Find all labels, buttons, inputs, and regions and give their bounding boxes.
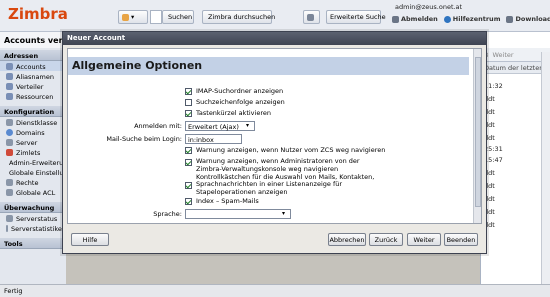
logout-icon (392, 15, 399, 23)
resource-icon (6, 93, 13, 100)
stats-icon (6, 225, 9, 232)
warn-admin-navigate-checkbox[interactable] (185, 159, 192, 166)
help-icon (443, 15, 451, 23)
search-button[interactable]: Suchen (162, 10, 194, 24)
zimlet-icon (6, 149, 13, 156)
nav-item-admin-extensions[interactable]: Admin-Erweiterungen (0, 157, 66, 167)
server-icon (6, 139, 13, 146)
account-list-panel: B Weiter Datum der letzten Anmeldung 11:… (480, 32, 550, 285)
section-header-configuration[interactable]: Konfiguration (0, 106, 66, 117)
chevron-down-icon: ▾ (131, 13, 135, 21)
panel-title: Accounts verwalten (0, 32, 66, 48)
top-links: Abmelden Hilfezentrum Downloads (392, 15, 550, 23)
dialog-title[interactable]: Neuer Account (63, 32, 486, 45)
account-icon (6, 63, 13, 70)
help-button[interactable]: Hilfe (71, 233, 109, 246)
logout-link[interactable]: Abmelden (392, 15, 438, 23)
nav-item-resources[interactable]: Ressourcen (0, 91, 66, 101)
section-header-monitoring[interactable]: Überwachung (0, 202, 66, 213)
cancel-button[interactable]: Abbrechen (328, 233, 366, 246)
next-page-button[interactable]: Weiter (492, 51, 513, 61)
nav-tree: Adressen Accounts Aliasnamen Verteiler R… (0, 50, 66, 249)
nav-item-accounts[interactable]: Accounts (0, 61, 66, 71)
next-button[interactable]: Weiter (407, 233, 441, 246)
status-icon (6, 215, 13, 222)
option-label: Tastenkürzel aktivieren (196, 109, 271, 117)
status-text: Fertig (4, 287, 23, 295)
download-icon (506, 15, 514, 23)
language-label: Sprache: (153, 210, 182, 218)
search-on-login-input[interactable]: in:inbox (185, 134, 242, 144)
warn-user-navigate-checkbox[interactable] (185, 147, 192, 154)
cos-icon (6, 119, 13, 126)
list-scrollbar[interactable] (541, 52, 550, 284)
navigation-panel: Accounts verwalten Adressen Accounts Ali… (0, 32, 66, 285)
index-spam-checkbox[interactable] (185, 198, 192, 205)
finish-button[interactable]: Beenden (444, 233, 478, 246)
voicemail-batch-checkbox[interactable] (185, 182, 192, 189)
new-account-dialog: Neuer Account Allgemeine Optionen IMAP-S… (62, 31, 487, 254)
dialog-scrollbar[interactable] (473, 49, 481, 223)
section-header-tools[interactable]: Tools (0, 238, 66, 249)
top-toolbar: Zimbra ▾ Suchen Zimbra durchsuchen Erwei… (0, 0, 550, 32)
login-label: Anmelden mit: (134, 122, 182, 130)
option-label: Warnung anzeigen, wenn Nutzer vom ZCS we… (196, 146, 386, 154)
nav-item-cos[interactable]: Dienstklasse (0, 117, 66, 127)
nav-item-rights[interactable]: Rechte (0, 177, 66, 187)
save-search-button[interactable] (303, 10, 320, 24)
section-title: Allgemeine Optionen (68, 57, 469, 75)
advanced-search-button[interactable]: Erweiterte Suche (326, 10, 386, 24)
rights-icon (6, 179, 13, 186)
nav-item-servers[interactable]: Server (0, 137, 66, 147)
nav-item-lists[interactable]: Verteiler (0, 81, 66, 91)
back-button[interactable]: Zurück (369, 233, 403, 246)
imap-search-folders-checkbox[interactable] (185, 88, 192, 95)
acl-icon (6, 189, 13, 196)
login-client-select[interactable]: Erweitert (Ajax) ▾ (185, 121, 255, 131)
list-toolbar: B Weiter (481, 48, 550, 62)
status-bar: Fertig (0, 284, 550, 297)
dialog-content: Allgemeine Optionen IMAP-Suchordner anze… (67, 48, 482, 224)
nav-item-zimlets[interactable]: Zimlets (0, 147, 66, 157)
alias-icon (6, 73, 13, 80)
keyboard-shortcuts-checkbox[interactable] (185, 110, 192, 117)
scrollbar-thumb[interactable] (475, 57, 481, 207)
search-string-checkbox[interactable] (185, 99, 192, 106)
user-email: admin@zeus.onet.at (395, 3, 463, 11)
chevron-down-icon: ▾ (246, 122, 250, 129)
section-header-addresses[interactable]: Adressen (0, 50, 66, 61)
nav-item-server-stats[interactable]: Serverstatistiken (0, 223, 66, 233)
account-icon (122, 13, 129, 21)
option-label: Warnung anzeigen, wenn Administratoren v… (196, 157, 360, 173)
dialog-footer: Hilfe Abbrechen Zurück Weiter Beenden (67, 228, 482, 250)
globe-icon (6, 129, 13, 136)
search-on-login-label: Mail-Suche beim Login: (106, 135, 182, 143)
search-type-dropdown[interactable]: ▾ (118, 10, 148, 24)
disk-icon (307, 13, 314, 21)
nav-item-domains[interactable]: Domains (0, 127, 66, 137)
zimbra-search-button[interactable]: Zimbra durchsuchen (202, 10, 275, 24)
downloads-link[interactable]: Downloads (506, 15, 550, 23)
nav-item-aliases[interactable]: Aliasnamen (0, 71, 66, 81)
zimbra-logo: Zimbra (8, 5, 68, 23)
list-icon (6, 83, 13, 90)
nav-item-global-acl[interactable]: Globale ACL (0, 187, 66, 197)
help-link[interactable]: Hilfezentrum (443, 15, 500, 23)
option-label: IMAP-Suchordner anzeigen (196, 87, 284, 95)
option-label: Index – Spam-Mails (196, 197, 259, 205)
chevron-down-icon: ▾ (282, 210, 286, 217)
option-label: Sprachnachrichten in einer Listenanzeige… (196, 180, 343, 196)
option-label: Suchzeichenfolge anzeigen (196, 98, 285, 106)
nav-item-global-settings[interactable]: Globale Einstellungen (0, 167, 66, 177)
nav-item-server-status[interactable]: Serverstatus (0, 213, 66, 223)
language-select[interactable]: ▾ (185, 209, 291, 219)
column-header-last-login[interactable]: Datum der letzten Anmeldung (481, 62, 550, 74)
search-input[interactable] (150, 10, 162, 24)
